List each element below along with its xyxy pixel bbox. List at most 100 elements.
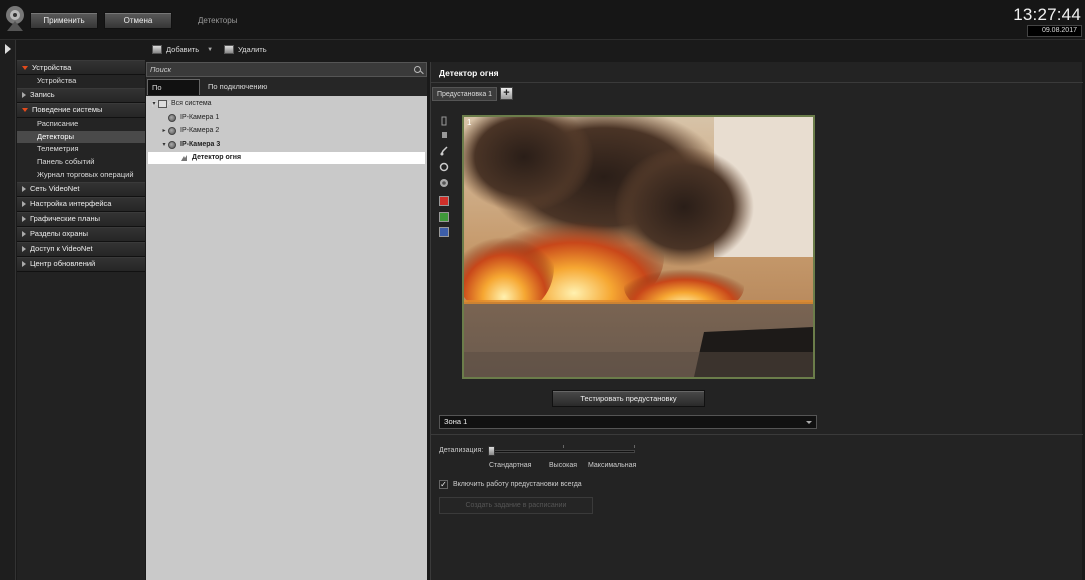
system-icon — [158, 100, 167, 108]
rectangle-icon[interactable] — [439, 130, 449, 140]
zone-value: Зона 1 — [444, 417, 468, 426]
collapsed-arrow-icon — [22, 186, 26, 193]
nav-section-graficheskie-plany[interactable]: Графические планы — [17, 211, 145, 227]
pointer-icon[interactable] — [439, 116, 449, 126]
collapsed-arrow-icon — [22, 92, 26, 99]
nav-section-label: Разделы охраны — [30, 229, 88, 239]
eraser-icon[interactable] — [439, 162, 449, 172]
top-bar: Применить Отмена Детекторы 13:27:44 09.0… — [0, 0, 1085, 40]
nav-section-nastroyka-interfeysa[interactable]: Настройка интерфейса — [17, 196, 145, 212]
green-color-icon[interactable] — [439, 212, 449, 222]
toolbar: Добавить ▼ Удалить — [146, 42, 446, 60]
camera-icon — [168, 113, 176, 122]
app-logo-icon — [6, 6, 24, 31]
tree-node-label: Детектор огня — [192, 154, 242, 161]
detail-level-max: Максимальная — [588, 462, 637, 469]
tree-expander-icon[interactable]: ▸ — [160, 125, 168, 137]
sidebar-item-raspisanie[interactable]: Расписание — [17, 117, 145, 131]
cancel-button[interactable]: Отмена — [104, 12, 172, 29]
brush-icon[interactable] — [439, 146, 449, 156]
delete-button[interactable]: Удалить — [224, 45, 267, 54]
sidebar-item-detektory[interactable]: Детекторы — [17, 130, 145, 144]
fill-icon[interactable] — [439, 178, 449, 188]
add-label: Добавить — [166, 45, 200, 54]
detail-label: Детализация: — [439, 447, 484, 454]
nav-section-label: Поведение системы — [32, 105, 103, 115]
expand-arrow-icon[interactable] — [5, 44, 11, 54]
tree-node-ip-kamera-2[interactable]: ▸ IP-Камера 2 — [146, 125, 219, 137]
tree-node-vsya-sistema[interactable]: ▾ Вся система — [146, 98, 212, 110]
zone-select[interactable]: Зона 1 — [439, 415, 817, 429]
blue-color-icon[interactable] — [439, 227, 449, 237]
detector-title: Детектор огня — [439, 68, 499, 78]
collapsed-arrow-icon — [22, 231, 26, 238]
tab-by-connection[interactable]: По подключению — [204, 79, 271, 95]
tree-node-ip-kamera-3[interactable]: ▾ IP-Камера 3 — [146, 139, 220, 151]
search-bar — [146, 62, 427, 77]
tree-node-label: IP-Камера 1 — [180, 113, 220, 121]
always-enable-checkbox[interactable]: ✓ — [439, 480, 448, 489]
red-color-icon[interactable] — [439, 196, 449, 206]
nav-section-label: Графические планы — [30, 214, 101, 224]
nav-section-zapis[interactable]: Запись — [17, 87, 145, 103]
nav-section-label: Доступ к VideoNet — [30, 244, 93, 254]
slider-tick — [563, 445, 564, 448]
tree-node-label: IP-Камера 2 — [180, 127, 220, 134]
detail-level-high: Высокая — [549, 462, 578, 469]
search-icon[interactable] — [414, 66, 421, 73]
add-icon — [152, 45, 162, 54]
nav-section-label: Устройства — [32, 62, 72, 72]
camera-icon — [168, 140, 176, 149]
sidebar-item-panel-sobytiy[interactable]: Панель событий — [17, 156, 145, 169]
nav-section-label: Центр обновлений — [30, 259, 96, 269]
sidebar-item-zhurnal-torgovyh-operaciy[interactable]: Журнал торговых операций — [17, 168, 145, 182]
search-input[interactable] — [150, 64, 405, 75]
video-number: 1 — [467, 118, 472, 127]
nav-section-label: Настройка интерфейса — [30, 199, 112, 209]
nav-section-label: Сеть VideoNet — [30, 184, 80, 194]
fire-video-image — [464, 117, 813, 377]
nav-section-set-videonet[interactable]: Сеть VideoNet — [17, 181, 145, 197]
nav-section-ustroystva[interactable]: Устройства — [17, 60, 145, 75]
tree-node-label: IP-Камера 3 — [180, 140, 221, 148]
camera-icon — [168, 127, 176, 135]
date-display: 09.08.2017 — [1027, 25, 1082, 37]
create-schedule-button[interactable]: Создать задание в расписании — [439, 497, 593, 514]
detail-slider-track[interactable] — [492, 450, 635, 453]
tree-node-label: Вся система — [171, 100, 212, 107]
divider — [431, 434, 1083, 435]
expanded-arrow-icon — [22, 108, 28, 113]
clock: 13:27:44 — [1013, 5, 1081, 24]
nav-section-razdely-ohrany[interactable]: Разделы охраны — [17, 226, 145, 242]
add-button[interactable]: Добавить ▼ — [152, 45, 213, 54]
left-collapse-strip — [0, 40, 16, 580]
always-enable-label: Включить работу предустановки всегда — [453, 481, 582, 488]
collapsed-arrow-icon — [22, 201, 26, 208]
collapsed-arrow-icon — [22, 216, 26, 223]
tree-node-detektor-ognya[interactable]: Детектор огня — [148, 152, 425, 164]
apply-button[interactable]: Применить — [30, 12, 98, 29]
sidebar-item-telemetriya[interactable]: Телеметрия — [17, 143, 145, 157]
detector-settings-panel: Детектор огня Предустановка 1 + 1 Тестир… — [430, 62, 1083, 580]
detail-level-standard: Стандартная — [489, 462, 532, 469]
nav-section-dostup-k-videonet[interactable]: Доступ к VideoNet — [17, 241, 145, 257]
collapsed-arrow-icon — [22, 261, 26, 268]
tree-node-ip-kamera-1[interactable]: IP-Камера 1 — [146, 112, 219, 124]
expanded-arrow-icon — [22, 65, 28, 70]
tree-expander-icon[interactable]: ▾ — [150, 98, 158, 110]
camera-video-frame[interactable]: 1 — [462, 115, 815, 379]
collapsed-arrow-icon — [22, 246, 26, 253]
settings-nav: Устройства Устройства Запись Поведение сист… — [17, 60, 145, 580]
test-preset-button[interactable]: Тестировать предустановку — [552, 390, 705, 407]
nav-section-label: Запись — [30, 90, 55, 100]
tab-preset-1[interactable]: Предустановка 1 — [432, 87, 497, 101]
nav-section-povedenie-sistemy[interactable]: Поведение системы — [17, 102, 145, 118]
detail-slider-thumb[interactable] — [488, 446, 495, 456]
nav-section-centr-obnovleniy[interactable]: Центр обновлений — [17, 256, 145, 272]
chevron-down-icon — [806, 421, 812, 424]
tab-by-sections[interactable]: По разделам — [147, 79, 200, 107]
dropdown-caret-icon[interactable]: ▼ — [207, 47, 213, 53]
sidebar-item-ustroystva[interactable]: Устройства — [17, 75, 145, 88]
add-preset-button[interactable]: + — [500, 87, 513, 100]
tree-expander-icon[interactable]: ▾ — [160, 139, 168, 151]
